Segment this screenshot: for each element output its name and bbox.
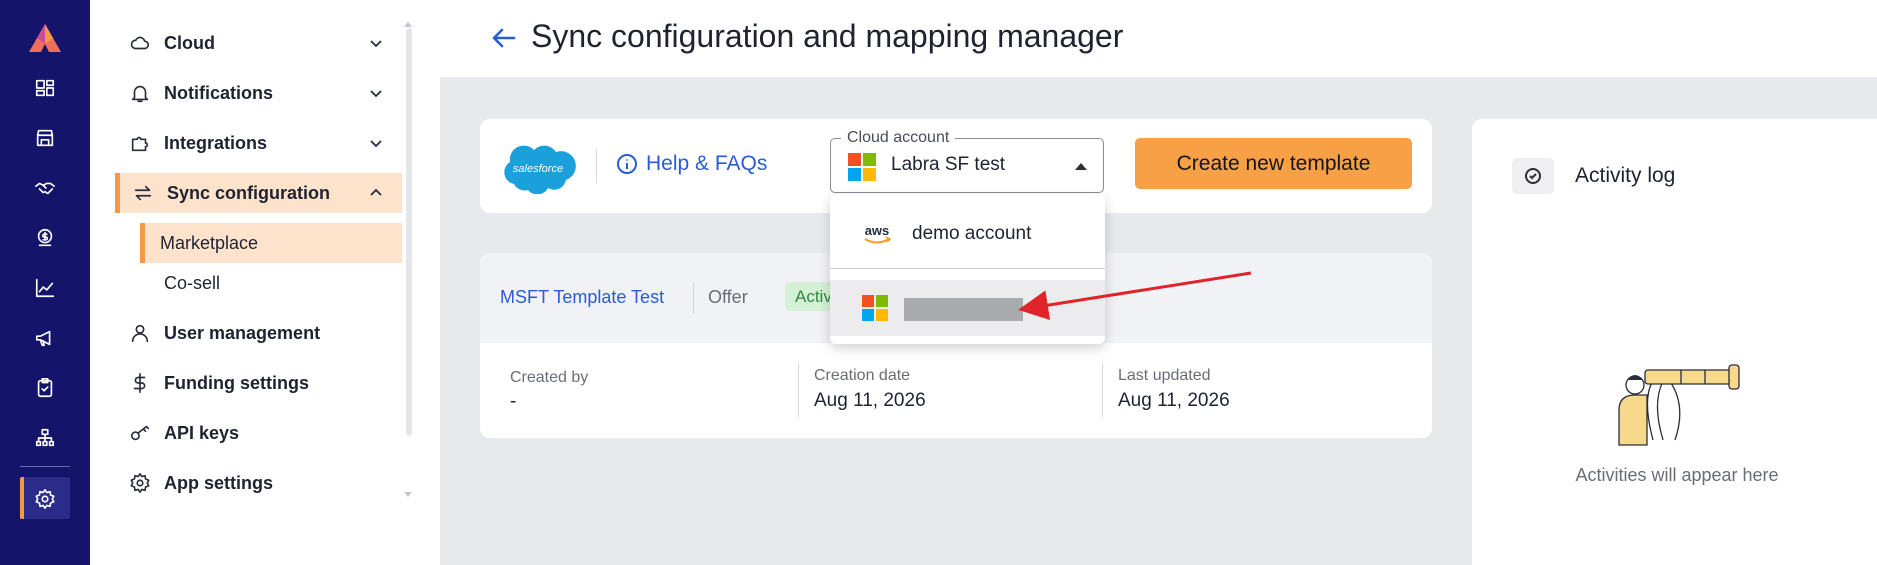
sidebar-item-sync-configuration[interactable]: Sync configuration (115, 173, 402, 213)
create-template-button[interactable]: Create new template (1135, 138, 1412, 189)
creation-date-value: Aug 11, 2026 (814, 390, 926, 411)
labra-logo[interactable] (27, 22, 63, 54)
dropdown-option-demo-account[interactable]: aws demo account (830, 206, 1105, 262)
activity-empty-text: Activities will appear here (1575, 465, 1779, 485)
icon-rail (0, 0, 90, 565)
cloud-account-dropdown: aws demo account (830, 194, 1105, 344)
puzzle-icon (128, 131, 152, 155)
back-arrow-icon[interactable] (488, 22, 520, 54)
sidebar-item-api-keys[interactable]: API keys (126, 413, 402, 453)
divider (1102, 363, 1103, 417)
chart-line-icon[interactable] (33, 276, 57, 300)
aws-icon: aws (864, 223, 892, 244)
sidebar-item-label: User management (164, 322, 321, 343)
sidebar-item-label: Sync configuration (167, 182, 331, 203)
cloud-icon (128, 31, 152, 55)
microsoft-icon (862, 295, 888, 321)
created-by-value: - (510, 391, 517, 412)
bell-icon (128, 81, 152, 105)
sidebar-item-user-management[interactable]: User management (126, 313, 402, 353)
chevron-down-icon[interactable] (366, 33, 386, 53)
sidebar-item-label: App settings (164, 472, 274, 493)
last-updated-label: Last updated (1118, 367, 1211, 384)
scroll-down-arrow[interactable] (404, 492, 412, 497)
divider (798, 363, 799, 417)
cloud-account-label: Cloud account (841, 129, 956, 147)
creation-date-label: Creation date (814, 367, 911, 384)
svg-text:salesforce: salesforce (513, 163, 563, 175)
sidebar-scrollbar[interactable] (406, 28, 412, 436)
user-icon (128, 321, 152, 345)
info-icon (617, 154, 637, 174)
sidebar-item-label: Notifications (164, 82, 274, 103)
sidebar-subitem-marketplace[interactable]: Marketplace (140, 223, 402, 263)
page-title: Sync configuration and mapping manager (531, 18, 1124, 54)
sidebar-item-label: Cloud (164, 32, 215, 53)
key-icon (128, 421, 152, 445)
sidebar-subitem-label: Co-sell (164, 272, 221, 293)
chevron-up-icon[interactable] (366, 183, 386, 203)
last-updated-value: Aug 11, 2026 (1118, 390, 1230, 411)
dashboard-icon[interactable] (33, 76, 57, 100)
created-by-label: Created by (510, 369, 589, 386)
dropdown-option-microsoft-account[interactable] (830, 280, 1105, 336)
toolbar-divider (596, 149, 597, 183)
dollar-icon (128, 371, 152, 395)
hierarchy-icon[interactable] (33, 426, 57, 450)
sidebar-subitem-co-sell[interactable]: Co-sell (140, 263, 402, 303)
chevron-down-icon[interactable] (366, 133, 386, 153)
cloud-account-value: Labra SF test (891, 154, 1006, 175)
microsoft-icon (848, 153, 876, 181)
dollar-shield-icon[interactable] (33, 226, 57, 250)
activity-title: Activity log (1575, 164, 1676, 187)
scroll-up-arrow[interactable] (404, 22, 412, 27)
megaphone-icon[interactable] (33, 326, 57, 350)
help-faqs-label: Help & FAQs (646, 152, 768, 175)
telescope-illustration (1618, 364, 1740, 446)
sidebar-item-label: Funding settings (164, 372, 309, 393)
sync-icon (131, 181, 155, 205)
gear-icon[interactable] (33, 487, 57, 511)
dropdown-divider (830, 268, 1105, 269)
divider (693, 283, 694, 313)
svg-text:aws: aws (865, 223, 890, 238)
rail-divider (20, 466, 70, 467)
sidebar-item-label: Integrations (164, 132, 268, 153)
check-circle-icon (1512, 158, 1554, 194)
sidebar-subitem-label: Marketplace (160, 232, 259, 253)
sidebar-item-label: API keys (164, 422, 240, 443)
sidebar-item-cloud[interactable]: Cloud (126, 23, 402, 63)
storefront-icon[interactable] (33, 126, 57, 150)
caret-up-icon[interactable] (1075, 163, 1087, 170)
sidebar-item-app-settings[interactable]: App settings (126, 463, 402, 503)
help-faqs-link[interactable]: Help & FAQs (616, 152, 767, 176)
dropdown-option-label: demo account (912, 223, 1032, 244)
template-type: Offer (708, 287, 748, 307)
sidebar-item-notifications[interactable]: Notifications (126, 73, 402, 113)
salesforce-logo: salesforce (504, 145, 576, 194)
sidebar-item-integrations[interactable]: Integrations (126, 123, 402, 163)
chevron-down-icon[interactable] (366, 83, 386, 103)
clipboard-check-icon[interactable] (33, 376, 57, 400)
handshake-icon[interactable] (33, 176, 57, 200)
redacted-account-name (904, 298, 1023, 321)
gear-icon (128, 471, 152, 495)
template-name-link[interactable]: MSFT Template Test (500, 287, 664, 308)
sidebar-item-funding-settings[interactable]: Funding settings (126, 363, 402, 403)
